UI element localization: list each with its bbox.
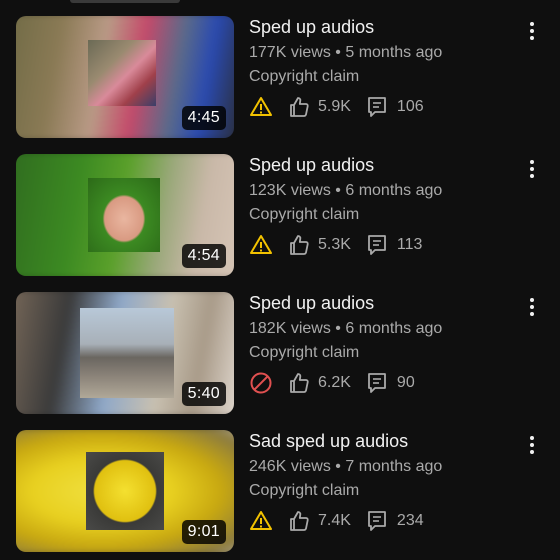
video-stats: 6.2K 90: [249, 371, 519, 395]
video-meta: 177K views • 5 months ago: [249, 43, 519, 63]
video-thumbnail[interactable]: 9:01: [16, 430, 234, 552]
warning-icon[interactable]: [249, 233, 273, 257]
video-duration: 5:40: [181, 382, 226, 406]
comment-icon: [366, 371, 388, 395]
comment-icon: [366, 95, 388, 119]
like-count: 6.2K: [318, 374, 351, 391]
video-thumbnail[interactable]: 5:40: [16, 292, 234, 414]
comment-icon: [366, 233, 388, 257]
video-info: Sped up audios 123K views • 6 months ago…: [249, 154, 519, 257]
video-meta: 246K views • 7 months ago: [249, 457, 519, 477]
thumbnail-inset: [86, 452, 164, 530]
comment-count: 90: [396, 374, 415, 391]
previous-item-edge: [70, 0, 180, 3]
video-meta: 123K views • 6 months ago: [249, 181, 519, 201]
video-thumbnail[interactable]: 4:45: [16, 16, 234, 138]
video-title[interactable]: Sped up audios: [249, 16, 519, 38]
thumbnail-inset: [80, 308, 174, 398]
video-stats: 5.9K 106: [249, 95, 519, 119]
meta-separator: •: [335, 458, 341, 475]
video-thumbnail[interactable]: 4:54: [16, 154, 234, 276]
view-count: 182K views: [249, 320, 331, 337]
meta-separator: •: [335, 182, 341, 199]
restriction-label: Copyright claim: [249, 206, 360, 223]
meta-separator: •: [335, 320, 341, 337]
video-stats: 7.4K 234: [249, 509, 519, 533]
warning-icon[interactable]: [249, 509, 273, 533]
comment-icon: [366, 509, 388, 533]
upload-age: 6 months ago: [345, 182, 443, 199]
more-options-button[interactable]: [520, 19, 544, 43]
video-meta: 182K views • 6 months ago: [249, 319, 519, 339]
upload-age: 5 months ago: [345, 44, 443, 61]
comment-count: 106: [396, 98, 424, 115]
video-row[interactable]: 5:40 Sped up audios 182K views • 6 month…: [0, 292, 560, 416]
video-row[interactable]: 9:01 Sad sped up audios 246K views • 7 m…: [0, 430, 560, 554]
video-duration: 4:54: [181, 244, 226, 268]
view-count: 246K views: [249, 458, 331, 475]
video-stats: 5.3K 113: [249, 233, 519, 257]
like-icon: [287, 371, 311, 395]
like-count: 7.4K: [318, 512, 351, 529]
video-duration: 4:45: [181, 106, 226, 130]
more-options-button[interactable]: [520, 157, 544, 181]
view-count: 177K views: [249, 44, 331, 61]
like-icon: [287, 509, 311, 533]
upload-age: 7 months ago: [345, 458, 443, 475]
thumbnail-inset: [88, 40, 156, 106]
upload-age: 6 months ago: [345, 320, 443, 337]
comment-count: 234: [396, 512, 424, 529]
video-title[interactable]: Sped up audios: [249, 154, 519, 176]
restriction-label: Copyright claim: [249, 68, 360, 85]
more-options-button[interactable]: [520, 433, 544, 457]
comment-count: 113: [396, 236, 423, 253]
warning-icon[interactable]: [249, 95, 273, 119]
video-info: Sped up audios 177K views • 5 months ago…: [249, 16, 519, 119]
like-icon: [287, 233, 311, 257]
restriction-label: Copyright claim: [249, 482, 360, 499]
video-info: Sad sped up audios 246K views • 7 months…: [249, 430, 519, 533]
video-row[interactable]: 4:45 Sped up audios 177K views • 5 month…: [0, 16, 560, 140]
video-duration: 9:01: [181, 520, 226, 544]
like-count: 5.3K: [318, 236, 351, 253]
view-count: 123K views: [249, 182, 331, 199]
video-title[interactable]: Sad sped up audios: [249, 430, 519, 452]
video-title[interactable]: Sped up audios: [249, 292, 519, 314]
more-options-button[interactable]: [520, 295, 544, 319]
like-count: 5.9K: [318, 98, 351, 115]
thumbnail-inset: [88, 178, 160, 252]
blocked-icon[interactable]: [249, 371, 273, 395]
video-row[interactable]: 4:54 Sped up audios 123K views • 6 month…: [0, 154, 560, 278]
restriction-label: Copyright claim: [249, 344, 360, 361]
video-info: Sped up audios 182K views • 6 months ago…: [249, 292, 519, 395]
like-icon: [287, 95, 311, 119]
meta-separator: •: [335, 44, 341, 61]
